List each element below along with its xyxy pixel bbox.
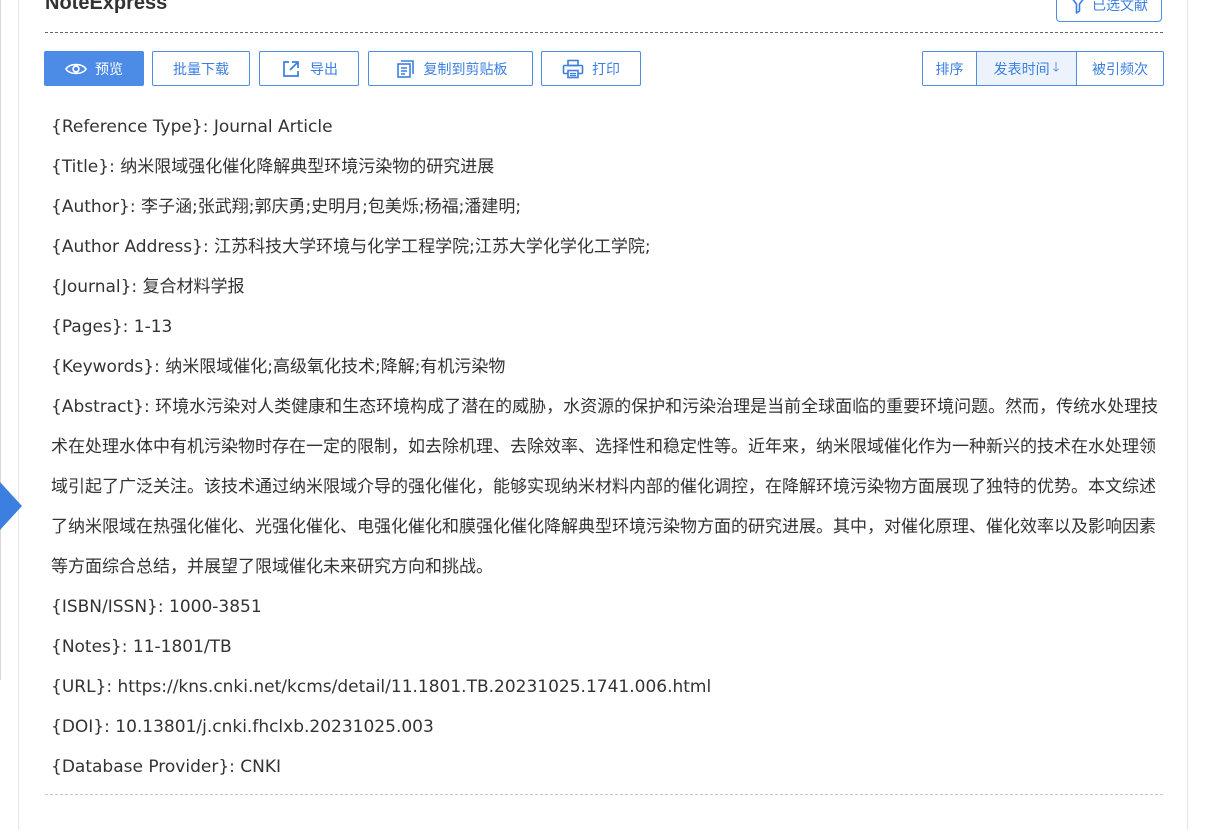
field-key: {Keywords}:	[51, 357, 160, 377]
export-button[interactable]: 导出	[259, 51, 359, 86]
field-value: https://kns.cnki.net/kcms/detail/11.1801…	[117, 677, 712, 697]
clipboard-icon	[396, 59, 414, 78]
preview-button[interactable]: 预览	[44, 51, 144, 86]
field-key: {Pages}:	[51, 317, 129, 337]
batch-download-label: 批量下载	[173, 61, 229, 78]
selected-documents-button[interactable]: 已选文献	[1056, 0, 1162, 22]
header-divider	[45, 32, 1163, 33]
field-key: {Title}:	[51, 157, 115, 177]
filter-icon	[1072, 0, 1084, 14]
field-key: {Abstract}:	[51, 397, 150, 417]
print-button[interactable]: 打印	[541, 51, 641, 86]
field-key: {Journal}:	[51, 277, 138, 297]
footer-divider	[45, 794, 1163, 795]
field-value: 复合材料学报	[142, 277, 245, 297]
export-label: 导出	[310, 61, 338, 78]
field-reference-type: {Reference Type}: Journal Article	[51, 107, 1163, 147]
field-value: 江苏科技大学环境与化学工程学院;江苏大学化学化工学院;	[214, 237, 651, 257]
field-database-provider: {Database Provider}: CNKI	[51, 747, 1163, 787]
field-title: {Title}: 纳米限域强化催化降解典型环境污染物的研究进展	[51, 147, 1163, 187]
field-abstract: {Abstract}: 环境水污染对人类健康和生态环境构成了潜在的威胁，水资源的…	[51, 387, 1163, 587]
field-value: 李子涵;张武翔;郭庆勇;史明月;包美烁;杨福;潘建明;	[141, 197, 522, 217]
field-value: 11-1801/TB	[132, 637, 232, 657]
print-label: 打印	[592, 61, 620, 78]
field-doi: {DOI}: 10.13801/j.cnki.fhclxb.20231025.0…	[51, 707, 1163, 747]
reference-record: {Reference Type}: Journal Article {Title…	[51, 107, 1163, 787]
external-link-icon	[283, 60, 299, 77]
sort-citations-label: 被引频次	[1092, 61, 1148, 78]
field-keywords: {Keywords}: 纳米限域催化;高级氧化技术;降解;有机污染物	[51, 347, 1163, 387]
field-author: {Author}: 李子涵;张武翔;郭庆勇;史明月;包美烁;杨福;潘建明;	[51, 187, 1163, 227]
field-pages: {Pages}: 1-13	[51, 307, 1163, 347]
field-key: {URL}:	[51, 677, 113, 697]
field-key: {DOI}:	[51, 717, 110, 737]
field-key: {Author Address}:	[51, 237, 209, 257]
sort-publish-date-label: 发表时间	[993, 61, 1050, 78]
field-key: {Author}:	[51, 197, 136, 217]
printer-icon	[562, 59, 584, 78]
field-value: 纳米限域强化催化降解典型环境污染物的研究进展	[120, 157, 495, 177]
page-title: NoteExpress	[45, 0, 168, 14]
side-expand-arrow[interactable]	[0, 482, 22, 530]
field-journal: {Journal}: 复合材料学报	[51, 267, 1163, 307]
field-value: 纳米限域催化;高级氧化技术;降解;有机污染物	[165, 357, 506, 377]
arrow-down-icon: 🡓	[1052, 59, 1060, 75]
field-value: CNKI	[240, 757, 282, 777]
field-key: {Reference Type}:	[51, 117, 209, 137]
field-value: 1000-3851	[169, 597, 262, 617]
copy-to-clipboard-label: 复制到剪贴板	[423, 61, 508, 78]
sort-by-publish-date[interactable]: 发表时间 🡓	[977, 52, 1077, 85]
field-key: {Notes}:	[51, 637, 128, 657]
sort-label: 排序	[923, 52, 977, 85]
preview-label: 预览	[95, 61, 123, 78]
eye-icon	[65, 63, 87, 74]
sort-control: 排序 发表时间 🡓 被引频次	[922, 51, 1164, 86]
field-value: 10.13801/j.cnki.fhclxb.20231025.003	[115, 717, 434, 737]
field-value: 1-13	[133, 317, 173, 337]
field-value: Journal Article	[213, 117, 333, 137]
left-rule	[0, 0, 1, 680]
field-value: 环境水污染对人类健康和生态环境构成了潜在的威胁，水资源的保护和污染治理是当前全球…	[51, 397, 1159, 577]
sort-by-citations[interactable]: 被引频次	[1077, 52, 1163, 85]
field-isbn-issn: {ISBN/ISSN}: 1000-3851	[51, 587, 1163, 627]
field-key: {Database Provider}:	[51, 757, 235, 777]
field-key: {ISBN/ISSN}:	[51, 597, 164, 617]
field-url: {URL}: https://kns.cnki.net/kcms/detail/…	[51, 667, 1163, 707]
copy-to-clipboard-button[interactable]: 复制到剪贴板	[368, 51, 533, 86]
field-author-address: {Author Address}: 江苏科技大学环境与化学工程学院;江苏大学化学…	[51, 227, 1163, 267]
field-notes: {Notes}: 11-1801/TB	[51, 627, 1163, 667]
selected-documents-label: 已选文献	[1092, 0, 1148, 14]
batch-download-button[interactable]: 批量下载	[152, 51, 250, 86]
